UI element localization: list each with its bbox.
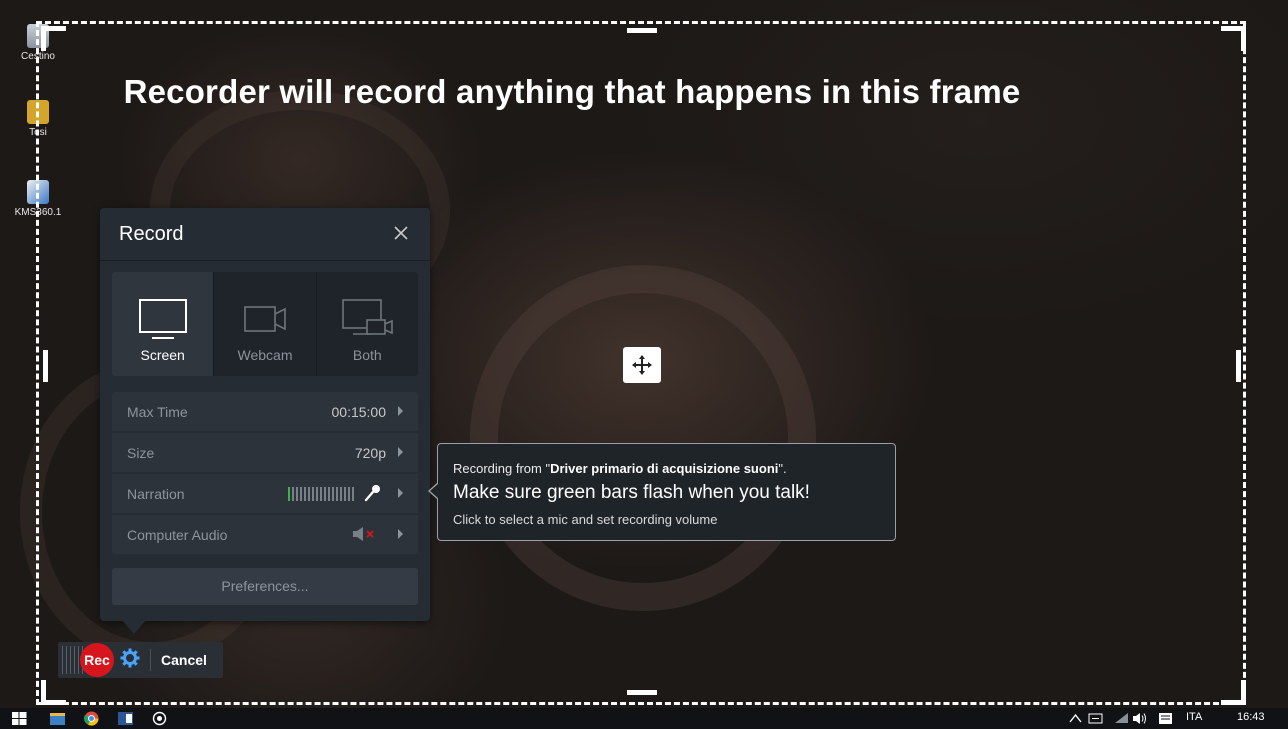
mode-screen-button[interactable]: Screen <box>112 272 214 376</box>
panel-pointer <box>122 620 146 634</box>
tooltip-source-prefix: Recording from " <box>453 461 551 476</box>
record-panel: Record Screen Webcam Both Max Time 00:15… <box>100 208 430 621</box>
frame-corner-handle-bottom-left[interactable] <box>41 680 66 705</box>
chevron-right-icon <box>398 529 403 539</box>
frame-corner-handle-top-left[interactable] <box>41 26 66 51</box>
mode-label: Webcam <box>237 347 293 363</box>
move-arrows-icon <box>632 355 652 375</box>
setting-name: Max Time <box>127 404 188 420</box>
speaker-muted-icon <box>353 527 374 541</box>
close-icon <box>394 226 408 240</box>
recording-control-bar: Rec Cancel <box>58 642 223 678</box>
tooltip-headline: Make sure green bars flash when you talk… <box>453 482 810 503</box>
preferences-button[interactable]: Preferences... <box>112 568 418 605</box>
chevron-right-icon <box>398 447 403 457</box>
tooltip-source-line: Recording from "Driver primario di acqui… <box>453 461 787 476</box>
monitor-icon <box>138 299 187 339</box>
frame-instruction-title: Recorder will record anything that happe… <box>123 73 1021 110</box>
frame-edge-handle-left[interactable] <box>43 350 48 382</box>
frame-edge-handle-bottom[interactable] <box>627 690 657 695</box>
monitor-webcam-icon <box>342 299 394 335</box>
volume-icon[interactable] <box>1132 711 1147 726</box>
mode-both-button[interactable]: Both <box>315 272 418 376</box>
panel-title: Record <box>119 223 184 245</box>
setting-computer-audio[interactable]: Computer Audio <box>112 515 418 554</box>
notifications-icon[interactable] <box>1158 711 1173 726</box>
tooltip-source-suffix: ". <box>778 461 787 476</box>
narration-tooltip: Recording from "Driver primario di acqui… <box>428 443 896 541</box>
setting-max-time[interactable]: Max Time 00:15:00 <box>112 392 418 431</box>
setting-name: Narration <box>127 486 185 502</box>
tooltip-pointer-inner <box>430 483 439 499</box>
move-frame-handle[interactable] <box>623 347 661 383</box>
capture-mode-selector: Screen Webcam Both <box>112 272 418 376</box>
word-icon[interactable] <box>118 711 133 726</box>
setting-name: Size <box>127 445 155 461</box>
input-method-icon[interactable] <box>1088 711 1103 726</box>
microphone-icon <box>364 485 380 502</box>
divider <box>100 260 430 261</box>
rec-button[interactable]: Rec <box>80 643 114 677</box>
webcam-icon <box>244 306 286 332</box>
frame-corner-handle-top-right[interactable] <box>1221 26 1246 51</box>
settings-button[interactable] <box>120 648 140 673</box>
tooltip-hint: Click to select a mic and set recording … <box>453 512 718 527</box>
setting-size[interactable]: Size 720p <box>112 433 418 472</box>
language-indicator[interactable]: ITA <box>1186 711 1202 723</box>
tooltip-device-name: Driver primario di acquisizione suoni <box>550 461 779 476</box>
mode-label: Both <box>352 347 382 363</box>
windows-start-icon[interactable] <box>12 711 27 726</box>
chrome-icon[interactable] <box>84 711 99 726</box>
windows-taskbar: ITA 16:43 <box>0 708 1288 729</box>
frame-edge-handle-top[interactable] <box>627 28 657 33</box>
wifi-icon[interactable] <box>1114 711 1129 726</box>
frame-corner-handle-bottom-right[interactable] <box>1221 680 1246 705</box>
mode-label: Screen <box>140 347 185 363</box>
setting-value: 00:15:00 <box>331 404 387 420</box>
chevron-right-icon <box>398 488 403 498</box>
recorder-app-icon[interactable] <box>152 711 167 726</box>
mic-level-meter <box>288 487 354 501</box>
close-button[interactable] <box>390 222 412 244</box>
clock[interactable]: 16:43 <box>1237 711 1265 723</box>
chevron-right-icon <box>398 406 403 416</box>
setting-value: 720p <box>354 445 386 461</box>
setting-narration[interactable]: Narration <box>112 474 418 513</box>
file-explorer-icon[interactable] <box>50 711 65 726</box>
gear-icon <box>120 648 140 667</box>
cancel-button[interactable]: Cancel <box>150 649 207 671</box>
setting-name: Computer Audio <box>127 527 228 543</box>
mode-webcam-button[interactable]: Webcam <box>213 272 315 376</box>
frame-edge-handle-right[interactable] <box>1236 350 1241 382</box>
chevron-up-icon[interactable] <box>1068 711 1083 726</box>
